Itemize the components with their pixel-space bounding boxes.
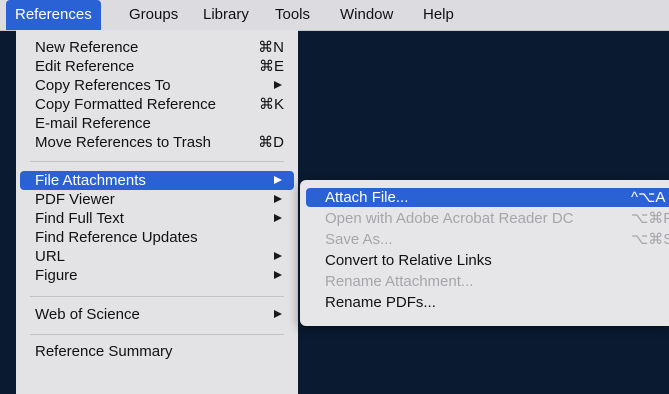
- menu-item-label: Copy References To: [35, 77, 171, 94]
- submenu-arrow-icon: [274, 252, 282, 260]
- references-menu: New Reference ⌘N Edit Reference ⌘E Copy …: [16, 30, 298, 394]
- shortcut-label: ⌘N: [258, 39, 284, 56]
- shortcut-label: ^⌥A: [631, 189, 666, 206]
- menu-item-copy-formatted-reference[interactable]: Copy Formatted Reference ⌘K: [20, 95, 294, 114]
- menu-item-new-reference[interactable]: New Reference ⌘N: [20, 38, 294, 57]
- menu-item-label: Web of Science: [35, 306, 140, 323]
- submenu-item-rename-attachment[interactable]: Rename Attachment...: [306, 272, 669, 291]
- menu-item-label: Convert to Relative Links: [325, 252, 492, 269]
- menu-item-edit-reference[interactable]: Edit Reference ⌘E: [20, 57, 294, 76]
- menubar-library[interactable]: Library: [194, 0, 258, 30]
- shortcut-label: ⌘E: [258, 58, 284, 75]
- file-attachments-submenu: Attach File... ^⌥A Open with Adobe Acrob…: [300, 180, 669, 326]
- menu-item-label: Rename Attachment...: [325, 273, 474, 290]
- submenu-item-save-as[interactable]: Save As... ⌥⌘S: [306, 230, 669, 249]
- menu-item-label: URL: [35, 248, 66, 265]
- submenu-arrow-icon: [274, 310, 282, 318]
- menu-separator: [30, 296, 284, 297]
- menu-item-find-reference-updates[interactable]: Find Reference Updates: [20, 228, 294, 247]
- menubar-groups[interactable]: Groups: [120, 0, 187, 30]
- menu-item-reference-summary[interactable]: Reference Summary: [20, 342, 294, 361]
- submenu-arrow-icon: [274, 176, 282, 184]
- menu-item-label: Rename PDFs...: [325, 294, 436, 311]
- menu-item-figure[interactable]: Figure: [20, 266, 294, 285]
- menu-item-copy-references-to[interactable]: Copy References To: [20, 76, 294, 95]
- shortcut-label: ⌘K: [258, 96, 284, 113]
- submenu-arrow-icon: [274, 195, 282, 203]
- menu-separator: [30, 161, 284, 162]
- submenu-item-attach-file[interactable]: Attach File... ^⌥A: [306, 188, 669, 207]
- menu-item-email-reference[interactable]: E-mail Reference: [20, 114, 294, 133]
- menu-item-label: Attach File...: [325, 189, 409, 206]
- menu-item-label: New Reference: [35, 39, 139, 56]
- menu-item-label: Move References to Trash: [35, 134, 211, 151]
- menu-item-label: Figure: [35, 267, 78, 284]
- submenu-item-convert-relative-links[interactable]: Convert to Relative Links: [306, 251, 669, 270]
- menubar-tools[interactable]: Tools: [266, 0, 319, 30]
- menu-item-label: Edit Reference: [35, 58, 135, 75]
- menubar-help[interactable]: Help: [414, 0, 463, 30]
- menu-item-label: Find Full Text: [35, 210, 124, 227]
- menu-item-label: Copy Formatted Reference: [35, 96, 216, 113]
- menu-item-label: Open with Adobe Acrobat Reader DC: [325, 210, 574, 227]
- shortcut-label: ⌥⌘S: [631, 231, 669, 248]
- menu-item-find-full-text[interactable]: Find Full Text: [20, 209, 294, 228]
- shortcut-label: ⌥⌘P: [631, 210, 669, 227]
- shortcut-label: ⌘D: [258, 134, 284, 151]
- submenu-arrow-icon: [274, 81, 282, 89]
- menu-item-web-of-science[interactable]: Web of Science: [20, 305, 294, 324]
- menu-item-move-to-trash[interactable]: Move References to Trash ⌘D: [20, 133, 294, 152]
- menu-item-label: Reference Summary: [35, 343, 173, 360]
- menubar-window[interactable]: Window: [331, 0, 402, 30]
- submenu-arrow-icon: [274, 214, 282, 222]
- menu-item-label: Find Reference Updates: [35, 229, 198, 246]
- menu-bar: References Groups Library Tools Window H…: [0, 0, 669, 31]
- menubar-references[interactable]: References: [6, 0, 101, 30]
- menu-separator: [30, 334, 284, 335]
- submenu-arrow-icon: [274, 271, 282, 279]
- menu-item-file-attachments[interactable]: File Attachments: [20, 171, 294, 190]
- menu-item-label: Save As...: [325, 231, 393, 248]
- menu-item-pdf-viewer[interactable]: PDF Viewer: [20, 190, 294, 209]
- menu-item-url[interactable]: URL: [20, 247, 294, 266]
- menu-item-label: PDF Viewer: [35, 191, 115, 208]
- submenu-item-open-with-acrobat[interactable]: Open with Adobe Acrobat Reader DC ⌥⌘P: [306, 209, 669, 228]
- menu-item-label: E-mail Reference: [35, 115, 151, 132]
- menu-item-label: File Attachments: [35, 172, 146, 189]
- submenu-item-rename-pdfs[interactable]: Rename PDFs...: [306, 293, 669, 312]
